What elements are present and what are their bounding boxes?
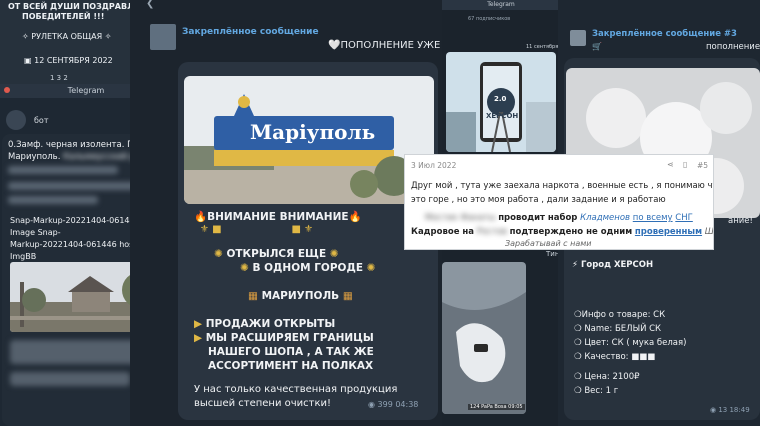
bullet-icon: ❍ <box>574 338 585 348</box>
bot-avatar <box>6 110 26 130</box>
earn-line: Зарабатывай с нами <box>505 239 592 248</box>
party-icon: ✺ <box>214 248 227 260</box>
winner-numbers: 1 3 2 <box>50 74 68 82</box>
expanding-line: ▶ МЫ РАСШИРЯЕМ ГРАНИЦЫ <box>194 332 374 344</box>
our-shop-line: НАШЕГО ШОПА , А ТАК ЖЕ <box>208 346 374 358</box>
post-time: ◉ 13 18:49 <box>710 406 750 414</box>
bookmark-icon[interactable]: ▯ <box>683 160 687 169</box>
fleur-icons: ⚜ ■ ■ ⚜ <box>200 224 314 235</box>
bullet-icon: ❍ <box>574 310 582 320</box>
subscriber-count: 67 подписчиков <box>468 16 511 22</box>
recruit-line: Мостик Фанаты проводит набор Кладменов п… <box>425 213 693 223</box>
pinned-thumbnail[interactable] <box>570 30 586 46</box>
opened-line: ✺ ОТКРЫЛСЯ ЕЩЕ ✺ <box>214 248 339 260</box>
price-line: ❍ Цена: 2100₽ <box>574 372 640 382</box>
party-icon: ✺ <box>240 262 253 274</box>
pinned-preview: пополнение! <box>706 42 760 52</box>
cis-link[interactable]: СНГ <box>675 213 693 223</box>
photo-meta: 124 PaPa Bosa 09:05 <box>468 404 525 410</box>
post-number: #5 <box>697 161 709 170</box>
dice-icon: ✧ <box>102 32 112 41</box>
pinned-preview: 🤍ПОПОЛНЕНИЕ УЖЕ <box>328 40 441 51</box>
forum-date: 3 Июл 2022 <box>411 161 457 170</box>
logo-city: ХЕРСОН <box>486 112 519 120</box>
hr-line: Кадровое на Ростов подтверждено не одним… <box>411 227 713 237</box>
eye-icon: ◉ <box>368 400 378 409</box>
city-label: ⚡ Город ХЕРСОН <box>572 260 654 270</box>
pinned-thumbnail[interactable] <box>150 24 176 50</box>
city-icon: ▦ <box>248 290 262 302</box>
image-link[interactable]: Snap-Markup-20221404-061446 <box>10 216 140 225</box>
warning-line: 🔥ВНИМАНИЕ ВНИМАНИЕ🔥 <box>194 211 362 223</box>
party-icon: ✺ <box>363 262 376 274</box>
roulette-label: ✧ РУЛЕТКА ОБЩАЯ ✧ <box>22 32 112 41</box>
blurred-shop-name: Мостик Фанаты <box>425 213 496 223</box>
redacted-line <box>8 196 98 204</box>
fire-icon: 🔥 <box>348 211 362 223</box>
back-arrow-icon[interactable]: ❮ <box>146 0 154 9</box>
bot-label: бот <box>34 116 49 125</box>
calendar-icon: ▣ <box>24 56 35 65</box>
quality-line2: высшей степени очистки! <box>194 398 332 409</box>
redacted-line <box>8 166 118 174</box>
across-link[interactable]: по всему <box>633 213 673 223</box>
color-line: ❍ Цвет: СК ( мука белая) <box>574 338 687 348</box>
heart-icon: 🤍 <box>328 40 341 51</box>
city-icon: ▦ <box>339 290 353 302</box>
city-line: ✺ В ОДНОМ ГОРОДЕ ✺ <box>240 262 376 274</box>
blurred-city: Ростов <box>476 227 507 237</box>
name-line: ❍ Name: БЕЛЫЙ СК <box>574 324 662 334</box>
congrats-card: ОТ ВСЕЙ ДУШИ ПОЗДРАВЛЯЕМ ПОБЕДИТЕЛЕЙ !!!… <box>0 0 132 88</box>
pin-icon: ⚡ <box>572 260 581 270</box>
flag-icon: ▶ <box>194 332 206 344</box>
image-caption: ImgBB <box>10 252 37 261</box>
image-caption: Image Snap- <box>10 228 61 237</box>
quality-line1: У нас только качественная продукция <box>194 384 398 395</box>
sales-open: ▶ ПРОДАЖИ ОТКРЫТЫ <box>194 318 336 330</box>
fire-icon: 🔥 <box>194 211 208 223</box>
congrats-line2: ПОБЕДИТЕЛЕЙ !!! <box>22 12 105 21</box>
address-line1: 0.Замф. черная изолента. Г. <box>8 140 135 150</box>
congrats-line1: ОТ ВСЕЙ ДУШИ ПОЗДРАВЛЯЕМ <box>8 2 132 11</box>
event-date: ▣ 12 СЕНТЯБРЯ 2022 <box>24 56 113 65</box>
bullet-icon: ❍ <box>574 372 585 382</box>
city-name: ▦ МАРИУПОЛЬ ▦ <box>248 290 353 302</box>
redacted-block <box>10 372 130 386</box>
bullet-icon: ❍ <box>574 352 585 362</box>
pinned-title[interactable]: Закреплённое сообщение <box>182 27 319 37</box>
main-post: Маріуполь 🔥ВНИМАНИЕ ВНИМАНИЕ🔥 ⚜ ■ ■ ⚜ ✺ … <box>178 62 438 420</box>
cart-icon: 🛒 <box>592 42 602 51</box>
weight-line: ❍ Вес: 1 г <box>574 386 619 396</box>
sign-text: Маріуполь <box>250 120 376 144</box>
forum-text1: Друг мой , тута уже заехала наркота , во… <box>411 181 714 191</box>
couriers-link[interactable]: Кладменов <box>580 213 630 223</box>
shop-link[interactable]: Шопом <box>705 227 713 237</box>
bullet-icon: ❍ <box>574 324 585 334</box>
logo-version: 2.0 <box>494 95 507 103</box>
bullet-icon: ❍ <box>574 386 585 396</box>
window-dots-icon[interactable] <box>4 87 10 93</box>
window-titlebar: Telegram <box>442 0 560 10</box>
quality-line: ❍ Качество: ■■■ <box>574 352 656 362</box>
kherson-logo-photo[interactable]: 2.0 ХЕРСОН <box>446 52 556 152</box>
post-date: 11 сентября <box>526 44 559 50</box>
main-telegram-window: ❮ Закреплённое сообщение 🤍ПОПОЛНЕНИЕ УЖЕ… <box>130 0 442 426</box>
forum-post: 3 Июл 2022 ⋖ ▯ #5 Друг мой , тута уже за… <box>404 154 714 250</box>
pinned-title[interactable]: Закреплённое сообщение #3 <box>592 29 737 39</box>
party-icon: ✺ <box>326 248 339 260</box>
assortment-line: АССОРТИМЕНТ НА ПОЛКАХ <box>208 360 374 372</box>
share-icon[interactable]: ⋖ <box>667 160 674 169</box>
info-line: ❍Инфо о товаре: СК <box>574 310 666 320</box>
dice-icon: ✧ <box>22 32 32 41</box>
views-time: ◉ 399 04:38 <box>368 400 419 409</box>
flag-icon: ▶ <box>194 318 206 330</box>
hand-photo[interactable]: 124 PaPa Bosa 09:05 <box>442 262 526 414</box>
forum-text2: это горе , но это моя работа , дали зада… <box>411 195 666 205</box>
mariupol-sign-photo[interactable]: Маріуполь <box>184 76 434 204</box>
proven-link[interactable]: проверенным <box>635 227 702 237</box>
side-text: ание! <box>728 216 753 226</box>
